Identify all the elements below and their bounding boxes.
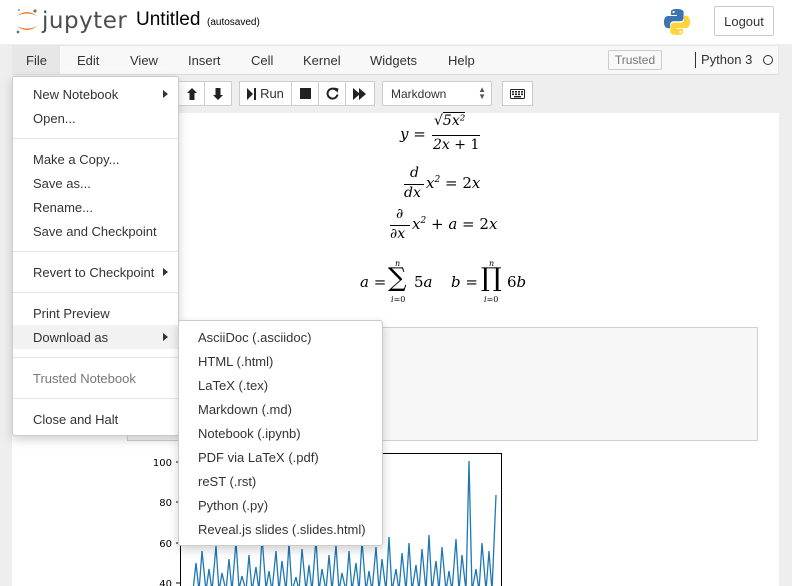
- y-tick-label: 60: [159, 539, 172, 550]
- kernel-status-icon: [763, 55, 773, 65]
- download-html[interactable]: HTML (.html): [179, 349, 382, 373]
- kernel-name: Python 3: [701, 52, 753, 67]
- notebook-title[interactable]: Untitled: [136, 9, 200, 31]
- menu-divider: [13, 138, 178, 139]
- menu-divider: [13, 251, 178, 252]
- jupyter-logo-text: jupyter: [42, 8, 128, 34]
- download-notebook[interactable]: Notebook (.ipynb): [179, 421, 382, 445]
- menu-item-trusted-notebook: Trusted Notebook: [33, 370, 136, 386]
- fast-forward-icon: [353, 87, 366, 100]
- menu-kernel[interactable]: Kernel: [290, 46, 354, 74]
- command-palette-button[interactable]: [502, 81, 533, 106]
- menu-item-make-copy[interactable]: Make a Copy...: [13, 147, 178, 171]
- menu-item-revert-checkpoint[interactable]: Revert to Checkpoint: [13, 260, 178, 284]
- y-tick-label: 80: [159, 498, 172, 509]
- select-arrows-icon: ▲ ▼: [478, 85, 486, 101]
- menu-cell[interactable]: Cell: [238, 46, 286, 74]
- python-logo-icon: [662, 7, 692, 37]
- download-reveal-slides[interactable]: Reveal.js slides (.slides.html): [179, 517, 382, 541]
- stop-icon: [299, 88, 311, 99]
- menu-divider: [13, 292, 178, 293]
- menu-view[interactable]: View: [117, 46, 171, 74]
- restart-icon: [326, 87, 338, 100]
- download-latex[interactable]: LaTeX (.tex): [179, 373, 382, 397]
- equation-4: a = n ∑ i=0 5a b = n ∏ i=0 6b: [360, 259, 527, 304]
- header: jupyter Untitled (autosaved) Logout: [0, 0, 792, 44]
- logout-button[interactable]: Logout: [714, 6, 774, 36]
- restart-run-all-button[interactable]: [345, 81, 375, 106]
- caret-right-icon: [163, 90, 168, 98]
- run-label: Run: [260, 86, 284, 101]
- move-up-button[interactable]: [178, 81, 205, 106]
- menu-edit[interactable]: Edit: [64, 46, 112, 74]
- jupyter-logo-icon: [14, 7, 40, 35]
- file-menu-dropdown: New Notebook Open... Make a Copy... Save…: [12, 76, 179, 436]
- menubar: File Edit View Insert Cell Kernel Widget…: [12, 45, 779, 75]
- kernel-separator: [695, 52, 696, 68]
- menu-divider: [13, 357, 178, 358]
- menu-divider: [13, 398, 178, 399]
- keyboard-icon: [510, 88, 525, 99]
- step-forward-icon: [247, 87, 257, 100]
- menu-item-save-as[interactable]: Save as...: [13, 171, 178, 195]
- menu-item-close-halt[interactable]: Close and Halt: [13, 407, 178, 431]
- menu-item-new-notebook[interactable]: New Notebook: [13, 82, 178, 106]
- menu-insert[interactable]: Insert: [175, 46, 234, 74]
- download-pdf[interactable]: PDF via LaTeX (.pdf): [179, 445, 382, 469]
- y-tick-label: 40: [159, 579, 172, 586]
- equation-1: y = √5x² 2x + 1: [400, 112, 480, 153]
- interrupt-button[interactable]: [291, 81, 319, 106]
- download-rest[interactable]: reST (.rst): [179, 469, 382, 493]
- arrow-up-icon: [186, 87, 197, 100]
- menu-item-open[interactable]: Open...: [13, 106, 178, 130]
- menu-item-print-preview[interactable]: Print Preview: [13, 301, 178, 325]
- menu-item-rename[interactable]: Rename...: [13, 195, 178, 219]
- download-markdown[interactable]: Markdown (.md): [179, 397, 382, 421]
- menu-widgets[interactable]: Widgets: [357, 46, 430, 74]
- y-tick-label: 100: [153, 458, 172, 469]
- run-button[interactable]: Run: [239, 81, 292, 106]
- menu-item-save-checkpoint[interactable]: Save and Checkpoint: [13, 219, 178, 243]
- download-python[interactable]: Python (.py): [179, 493, 382, 517]
- arrow-down-icon: [213, 87, 223, 100]
- download-asciidoc[interactable]: AsciiDoc (.asciidoc): [179, 325, 382, 349]
- caret-right-icon: [163, 333, 168, 341]
- restart-button[interactable]: [318, 81, 346, 106]
- menu-item-download-as[interactable]: Download as: [13, 325, 178, 349]
- download-submenu: AsciiDoc (.asciidoc) HTML (.html) LaTeX …: [178, 320, 383, 546]
- caret-right-icon: [163, 268, 168, 276]
- menu-file[interactable]: File: [13, 46, 60, 74]
- jupyter-logo[interactable]: jupyter: [14, 6, 127, 36]
- trusted-indicator[interactable]: Trusted: [608, 50, 662, 70]
- equation-2: d dx x2 = 2x: [404, 165, 481, 201]
- menu-help[interactable]: Help: [435, 46, 488, 74]
- cell-type-value: Markdown: [391, 86, 447, 101]
- autosave-status: (autosaved): [207, 17, 260, 28]
- equation-3: ∂ ∂x x2 + a = 2x: [390, 206, 498, 242]
- cell-type-select[interactable]: Markdown ▲ ▼: [382, 81, 492, 106]
- move-down-button[interactable]: [204, 81, 232, 106]
